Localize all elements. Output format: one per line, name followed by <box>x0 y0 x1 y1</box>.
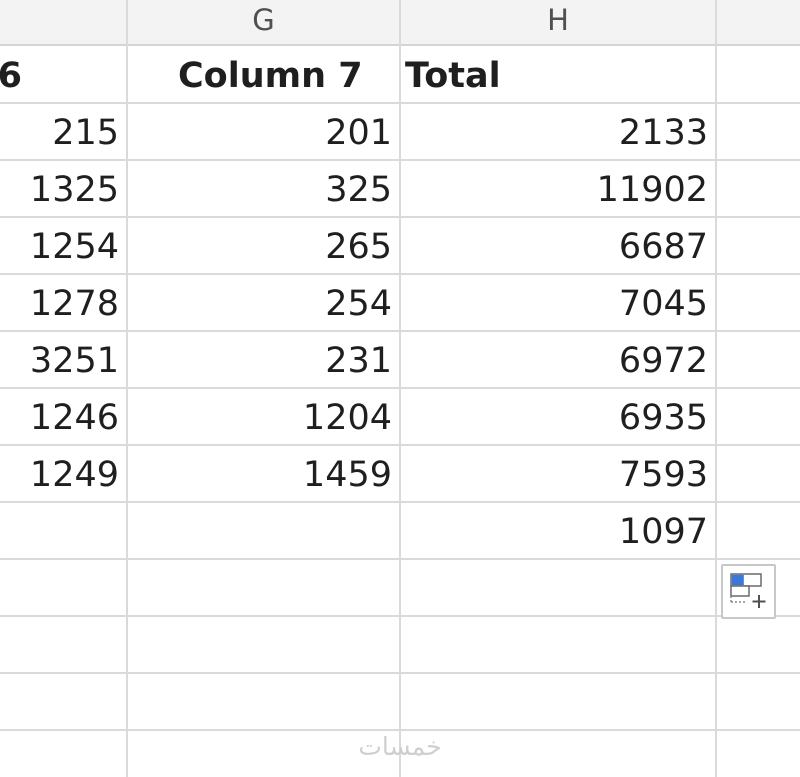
cell-g-row-3[interactable]: 265 <box>127 218 392 273</box>
cell-h-row-6[interactable]: 6935 <box>400 389 708 444</box>
header-cell-column-6[interactable]: mn 6 <box>0 47 125 102</box>
cell-h-row-3[interactable]: 6687 <box>400 218 708 273</box>
cell-f-row-1[interactable]: 215 <box>0 104 119 159</box>
cell-f-row-5[interactable]: 3251 <box>0 332 119 387</box>
header-cell-total[interactable]: Total <box>405 47 705 102</box>
column-header-f[interactable] <box>0 0 127 44</box>
cell-h-row-5[interactable]: 6972 <box>400 332 708 387</box>
cell-h-row-8[interactable]: 1097 <box>400 503 708 558</box>
cell-g-row-7[interactable]: 1459 <box>127 446 392 501</box>
cell-g-row-8[interactable] <box>127 503 392 558</box>
cell-f-row-2[interactable]: 1325 <box>0 161 119 216</box>
cell-g-row-1[interactable]: 201 <box>127 104 392 159</box>
cell-f-row-8[interactable] <box>0 503 119 558</box>
cell-g-row-2[interactable]: 325 <box>127 161 392 216</box>
autofill-options-button[interactable] <box>721 564 776 619</box>
cell-f-row-7[interactable]: 1249 <box>0 446 119 501</box>
cell-g-row-6[interactable]: 1204 <box>127 389 392 444</box>
autofill-options-icon <box>730 573 766 608</box>
grid-line <box>0 729 800 731</box>
grid-line <box>0 672 800 674</box>
cell-g-row-4[interactable]: 254 <box>127 275 392 330</box>
cell-h-row-2[interactable]: 11902 <box>400 161 708 216</box>
column-header-g[interactable]: G <box>127 0 400 44</box>
spreadsheet-grid: G H mn 6 Column 7 Total 215 201 2133 132… <box>0 0 800 777</box>
grid-line <box>0 615 800 617</box>
column-header-h[interactable]: H <box>400 0 716 44</box>
cell-h-row-4[interactable]: 7045 <box>400 275 708 330</box>
cell-f-row-6[interactable]: 1246 <box>0 389 119 444</box>
cell-f-row-3[interactable]: 1254 <box>0 218 119 273</box>
column-header-i[interactable] <box>716 0 800 44</box>
cell-h-row-7[interactable]: 7593 <box>400 446 708 501</box>
cell-f-row-4[interactable]: 1278 <box>0 275 119 330</box>
grid-line <box>0 558 800 560</box>
cell-h-row-1[interactable]: 2133 <box>400 104 708 159</box>
cell-g-row-5[interactable]: 231 <box>127 332 392 387</box>
watermark: خمسات <box>358 732 442 761</box>
header-cell-column-7[interactable]: Column 7 <box>178 47 400 102</box>
